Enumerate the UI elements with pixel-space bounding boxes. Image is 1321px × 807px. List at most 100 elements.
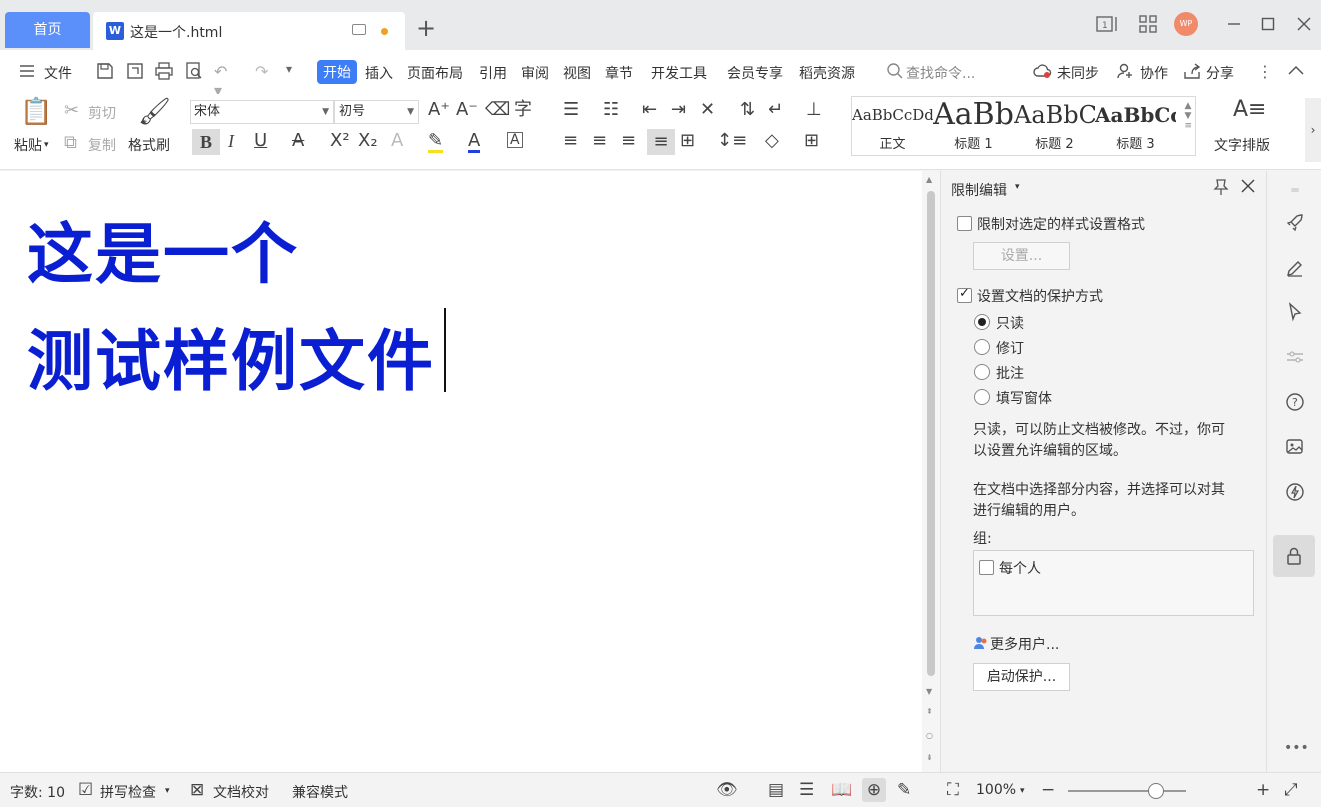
select-browse-icon[interactable]: ○ (926, 731, 933, 740)
radio-comments[interactable] (974, 364, 990, 380)
scroll-down-icon[interactable]: ▼ (926, 687, 932, 696)
text-layout-button[interactable]: 文字排版 (1214, 135, 1270, 155)
underline-icon[interactable]: U (254, 132, 267, 150)
zoom-in-icon[interactable]: + (1256, 780, 1270, 800)
menu-tab-developer[interactable]: 开发工具 (651, 63, 707, 83)
bold-icon[interactable]: B (192, 129, 220, 155)
sync-status[interactable]: 未同步 (1057, 63, 1099, 83)
share-button[interactable]: 分享 (1206, 63, 1234, 83)
numbered-list-icon[interactable]: ☷ (603, 101, 619, 119)
word-count[interactable]: 字数: 10 (10, 782, 65, 802)
monitor-icon[interactable] (352, 24, 366, 35)
radio-fill-forms[interactable] (974, 389, 990, 405)
tab-document[interactable]: W 这是一个.html (93, 12, 405, 50)
document-text-line-1[interactable]: 这是一个 (27, 201, 299, 297)
subscript-icon[interactable]: X₂ (358, 132, 378, 150)
line-spacing-icon[interactable]: ↕≡ (717, 132, 747, 150)
collaborate-button[interactable]: 协作 (1140, 63, 1168, 83)
minimize-icon[interactable] (1222, 10, 1246, 38)
print-preview-icon[interactable] (185, 62, 203, 80)
pen-icon[interactable] (1284, 258, 1306, 280)
char-border-icon[interactable]: A (507, 132, 523, 148)
select-cursor-icon[interactable] (1284, 302, 1306, 324)
restrict-format-checkbox[interactable] (957, 216, 972, 231)
align-center-icon[interactable]: ≡ (592, 132, 607, 150)
pin-icon[interactable] (1213, 178, 1229, 200)
rocket-icon[interactable] (1284, 213, 1306, 235)
zoom-slider[interactable] (1068, 783, 1186, 799)
apps-grid-icon[interactable] (1134, 10, 1162, 38)
fit-page-icon[interactable]: ⛶ (947, 780, 959, 800)
radio-read-only[interactable] (974, 314, 990, 330)
zoom-level[interactable]: 100% (976, 782, 1016, 798)
page-view-icon[interactable]: ▤ (768, 780, 784, 800)
chevron-down-icon[interactable]: ▾ (1015, 182, 1020, 192)
quick-access-dropdown-icon[interactable]: ▾ (286, 62, 304, 80)
grow-font-icon[interactable]: A⁺ (428, 101, 450, 119)
close-panel-icon[interactable] (1241, 179, 1255, 197)
write-mode-icon[interactable]: ✎ (897, 780, 911, 800)
bullet-list-icon[interactable]: ☰ (563, 101, 579, 119)
settings-button[interactable]: 设置... (973, 242, 1070, 270)
style-heading-3[interactable]: AaBbCcI 标题 3 (1095, 97, 1176, 155)
new-tab-button[interactable]: + (416, 14, 436, 42)
everyone-checkbox[interactable] (979, 560, 994, 575)
shading-icon[interactable]: ◇ (765, 132, 779, 150)
export-pdf-icon[interactable] (126, 62, 144, 80)
menu-tab-home[interactable]: 开始 (317, 60, 357, 84)
highlight-icon[interactable]: ✎ (428, 132, 444, 153)
help-icon[interactable]: ? (1284, 392, 1306, 414)
start-protection-button[interactable]: 启动保护... (973, 663, 1070, 691)
radio-track-changes[interactable] (974, 339, 990, 355)
window-layout-icon[interactable]: 1 (1094, 10, 1122, 38)
lightning-icon[interactable] (1284, 482, 1306, 504)
menu-tab-member[interactable]: 会员专享 (727, 63, 783, 83)
tab-home[interactable]: 首页 (5, 12, 90, 48)
menu-tab-chapter[interactable]: 章节 (605, 63, 633, 83)
reading-view-icon[interactable]: 📖 (831, 780, 852, 800)
show-marks-icon[interactable]: ↵ (768, 101, 783, 119)
superscript-icon[interactable]: X² (330, 132, 350, 150)
redo-icon[interactable]: ↷ (255, 62, 273, 81)
align-right-icon[interactable]: ≡ (621, 132, 636, 150)
more-options-icon[interactable]: ⋮ (1257, 62, 1275, 81)
borders-icon[interactable]: ⊞ (804, 132, 819, 150)
zoom-out-icon[interactable]: − (1041, 780, 1055, 800)
eye-protection-icon[interactable]: 👁 (716, 780, 738, 800)
style-scroll-icon[interactable]: ▲ ▼ ≡ (1184, 101, 1192, 131)
strikethrough-icon[interactable]: A (292, 132, 304, 150)
lock-icon[interactable] (1273, 535, 1315, 577)
more-icon[interactable]: ••• (1284, 737, 1309, 759)
style-normal[interactable]: AaBbCcDd 正文 (852, 97, 933, 155)
doc-proof-button[interactable]: 文档校对 (213, 782, 269, 802)
text-effect-icon[interactable]: A (391, 132, 403, 150)
paste-dropdown-icon[interactable]: ▾ (44, 140, 49, 150)
increase-indent-icon[interactable]: ⇥ (671, 101, 686, 119)
sort-icon[interactable]: ⇅ (740, 101, 755, 119)
paste-icon[interactable]: 📋 (20, 99, 52, 125)
format-painter-button[interactable]: 格式刷 (128, 135, 170, 155)
tab-stops-icon[interactable]: ⊥ (806, 101, 822, 119)
font-color-icon[interactable]: A (468, 132, 481, 153)
shrink-font-icon[interactable]: A⁻ (456, 101, 478, 119)
distribute-icon[interactable]: ⊞ (680, 132, 695, 150)
chinese-layout-icon[interactable]: ✕ (700, 101, 715, 119)
ribbon-scroll-right-icon[interactable]: › (1305, 98, 1321, 162)
undo-icon[interactable]: ↶ ▾ (214, 62, 232, 100)
font-name-select[interactable]: 宋体 ▼ (190, 100, 334, 124)
menu-tab-view[interactable]: 视图 (563, 63, 591, 83)
spell-check-button[interactable]: 拼写检查 (100, 782, 156, 802)
chevron-down-icon[interactable]: ▾ (1020, 786, 1025, 796)
menu-tab-references[interactable]: 引用 (479, 63, 507, 83)
panel-title[interactable]: 限制编辑 (951, 180, 1007, 200)
phonetic-guide-icon[interactable]: 字 (514, 101, 532, 119)
menu-file[interactable]: 文件 (44, 63, 72, 83)
collapse-ribbon-icon[interactable] (1287, 62, 1305, 80)
prev-page-icon[interactable]: ⇞ (926, 707, 933, 716)
copy-button[interactable]: 复制 (88, 135, 116, 155)
protect-doc-checkbox[interactable] (957, 286, 972, 303)
clear-format-icon[interactable]: ⌫ (485, 101, 510, 119)
save-icon[interactable] (96, 62, 114, 80)
more-users-link[interactable]: 更多用户... (990, 634, 1059, 654)
cut-button[interactable]: 剪切 (88, 103, 116, 123)
